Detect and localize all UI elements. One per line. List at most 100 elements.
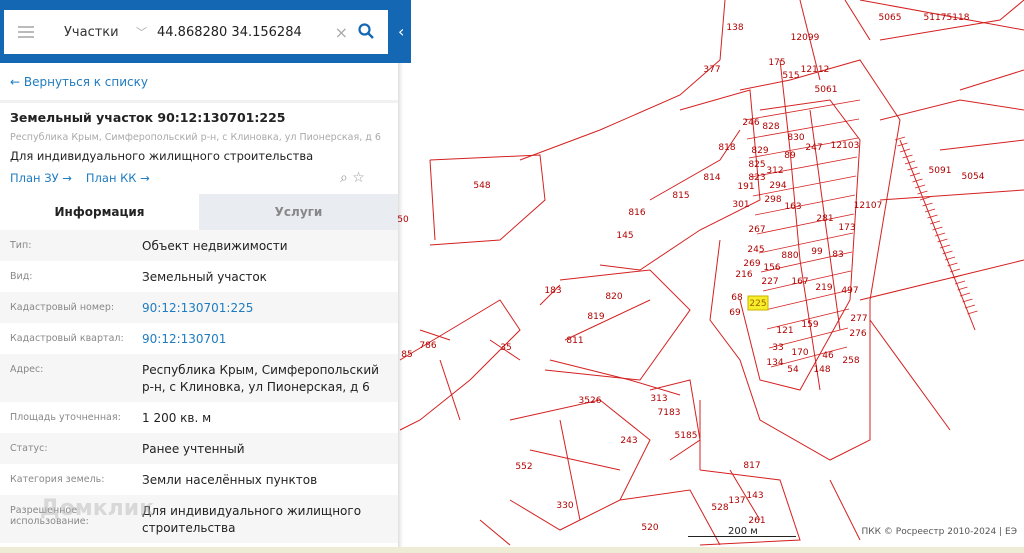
zoom-to-object-icon[interactable]: ⌕ <box>340 170 348 186</box>
parcel-label[interactable]: 828 <box>762 122 779 132</box>
parcel-label[interactable]: 552 <box>515 462 532 472</box>
parcel-label[interactable]: 219 <box>815 283 832 293</box>
parcel-label[interactable]: 823 <box>748 173 765 183</box>
parcel-label[interactable]: 294 <box>769 181 786 191</box>
parcel-label[interactable]: 528 <box>711 503 728 513</box>
parcel-label[interactable]: 121 <box>776 326 793 336</box>
parcel-label[interactable]: 35 <box>500 343 511 353</box>
menu-icon[interactable] <box>18 26 34 38</box>
search-input[interactable]: 44.868280 34.156284 <box>157 25 335 40</box>
parcel-label[interactable]: 12107 <box>854 201 883 211</box>
parcel-label[interactable]: 148 <box>813 365 830 375</box>
parcel-label[interactable]: 258 <box>842 356 859 366</box>
plan-kk-link[interactable]: План КК → <box>86 171 150 185</box>
attribute-value[interactable]: 90:12:130701 <box>142 331 398 348</box>
parcel-label[interactable]: 143 <box>746 491 763 501</box>
parcel-label[interactable]: 183 <box>544 286 561 296</box>
parcel-label[interactable]: 261 <box>748 516 765 526</box>
parcel-label[interactable]: 173 <box>838 223 855 233</box>
parcel-label[interactable]: 247 <box>805 143 822 153</box>
parcel-label[interactable]: 246 <box>742 118 759 128</box>
chevron-down-icon[interactable]: ﹀ <box>136 24 147 40</box>
parcel-label[interactable]: 276 <box>849 329 866 339</box>
back-to-list-link[interactable]: ← Вернуться к списку <box>10 75 148 89</box>
parcel-boundary <box>429 154 546 246</box>
parcel-label[interactable]: 814 <box>703 173 720 183</box>
parcel-label[interactable]: 68 <box>731 293 743 303</box>
parcel-label[interactable]: 99 <box>811 247 823 257</box>
parcel-label[interactable]: 159 <box>801 320 818 330</box>
parcel-label[interactable]: 829 <box>751 146 768 156</box>
parcel-label[interactable]: 12112 <box>801 65 830 75</box>
parcel-label[interactable]: 12099 <box>791 33 820 43</box>
parcel-label[interactable]: 134 <box>766 358 783 368</box>
parcel-label[interactable]: 137 <box>728 496 745 506</box>
parcel-label[interactable]: 83 <box>832 250 843 260</box>
collapse-panel-icon[interactable]: ‹ <box>398 22 404 41</box>
parcel-label[interactable]: 497 <box>841 286 858 296</box>
clear-icon[interactable]: × <box>335 23 348 42</box>
attribute-value[interactable]: 90:12:130701:225 <box>142 300 398 317</box>
parcel-label[interactable]: 5185 <box>675 431 698 441</box>
parcel-label[interactable]: 225 <box>749 299 766 309</box>
parcel-label[interactable]: 819 <box>587 312 604 322</box>
parcel-label[interactable]: 312 <box>766 166 783 176</box>
tab-information[interactable]: Информация <box>0 194 199 230</box>
parcel-label[interactable]: 46 <box>822 351 834 361</box>
parcel-label[interactable]: 815 <box>672 191 689 201</box>
parcel-label[interactable]: 817 <box>743 461 760 471</box>
parcel-label[interactable]: 816 <box>628 208 645 218</box>
parcel-label[interactable]: 138 <box>726 23 743 33</box>
parcel-label[interactable]: 301 <box>732 200 749 210</box>
parcel-label[interactable]: 825 <box>748 160 765 170</box>
parcel-label[interactable]: 515 <box>782 71 799 81</box>
parcel-label[interactable]: 3526 <box>579 396 602 406</box>
parcel-label[interactable]: 156 <box>763 263 780 273</box>
parcel-label[interactable]: 818 <box>718 143 735 153</box>
parcel-label[interactable]: 89 <box>784 151 796 161</box>
parcel-label[interactable]: 7183 <box>658 408 681 418</box>
parcel-label[interactable]: 277 <box>850 314 867 324</box>
parcel-label[interactable]: 170 <box>791 348 808 358</box>
parcel-label[interactable]: 811 <box>566 336 583 346</box>
parcel-label[interactable]: 33 <box>772 343 783 353</box>
layer-select[interactable]: Участки <box>64 25 136 40</box>
parcel-label[interactable]: 191 <box>737 182 754 192</box>
parcel-label[interactable]: 5061 <box>815 85 838 95</box>
parcel-label[interactable]: 330 <box>556 501 573 511</box>
parcel-label[interactable]: 216 <box>735 270 752 280</box>
parcel-label[interactable]: 5054 <box>962 172 985 182</box>
parcel-label[interactable]: 377 <box>703 65 720 75</box>
parcel-label[interactable]: 298 <box>764 195 781 205</box>
plan-zu-link[interactable]: План ЗУ → <box>10 171 72 185</box>
parcel-label[interactable]: 5065 <box>879 13 902 23</box>
parcel-label[interactable]: 548 <box>473 181 490 191</box>
star-icon[interactable]: ☆ <box>352 170 365 186</box>
parcel-label[interactable]: 85 <box>401 350 412 360</box>
tab-services[interactable]: Услуги <box>199 194 398 230</box>
parcel-label[interactable]: 5118 <box>947 13 970 23</box>
parcel-label[interactable]: 269 <box>743 259 760 269</box>
parcel-label[interactable]: 54 <box>787 365 799 375</box>
parcel-label[interactable]: 820 <box>605 292 622 302</box>
parcel-label[interactable]: 267 <box>748 225 765 235</box>
parcel-label[interactable]: 786 <box>419 341 436 351</box>
parcel-label[interactable]: 12103 <box>831 141 860 151</box>
parcel-label[interactable]: 281 <box>816 214 833 224</box>
parcel-label[interactable]: 313 <box>650 394 667 404</box>
parcel-label[interactable]: 167 <box>791 277 808 287</box>
parcel-label[interactable]: 163 <box>784 202 801 212</box>
parcel-label[interactable]: 227 <box>761 277 778 287</box>
parcel-label[interactable]: 880 <box>781 251 798 261</box>
parcel-label[interactable]: 243 <box>620 436 637 446</box>
search-icon[interactable] <box>358 22 374 42</box>
parcel-label[interactable]: 245 <box>747 245 764 255</box>
parcel-label[interactable]: 50 <box>397 215 409 225</box>
parcel-label[interactable]: 520 <box>641 523 658 533</box>
parcel-label[interactable]: 5091 <box>929 166 952 176</box>
parcel-label[interactable]: 145 <box>616 231 633 241</box>
parcel-label[interactable]: 830 <box>787 133 804 143</box>
parcel-label[interactable]: 5117 <box>924 13 947 23</box>
parcel-label[interactable]: 175 <box>768 58 785 68</box>
parcel-label[interactable]: 69 <box>729 308 741 318</box>
